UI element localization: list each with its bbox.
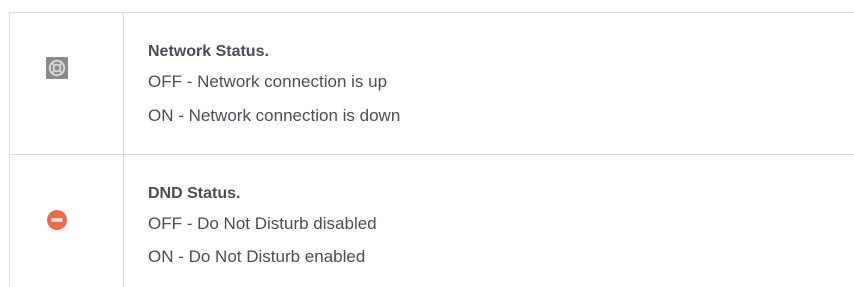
network-status-icon: [46, 57, 68, 79]
on-description: ON - Do Not Disturb enabled: [148, 247, 366, 266]
row-title: DND Status.: [148, 185, 241, 202]
off-description: OFF - Do Not Disturb disabled: [148, 214, 377, 233]
row-title: Network Status.: [148, 43, 269, 60]
dnd-icon: [47, 210, 67, 230]
description-cell: Network Status. OFF - Network connection…: [148, 13, 844, 154]
table-row-dnd-status: DND Status. OFF - Do Not Disturb disable…: [10, 155, 854, 287]
description-cell: DND Status. OFF - Do Not Disturb disable…: [148, 155, 844, 287]
off-description: OFF - Network connection is up: [148, 72, 388, 91]
table-row-network-status: Network Status. OFF - Network connection…: [10, 13, 854, 155]
status-icon-table: Network Status. OFF - Network connection…: [9, 12, 854, 287]
icon-cell: [10, 13, 123, 154]
icon-cell: [10, 155, 123, 287]
on-description: ON - Network connection is down: [148, 106, 401, 125]
